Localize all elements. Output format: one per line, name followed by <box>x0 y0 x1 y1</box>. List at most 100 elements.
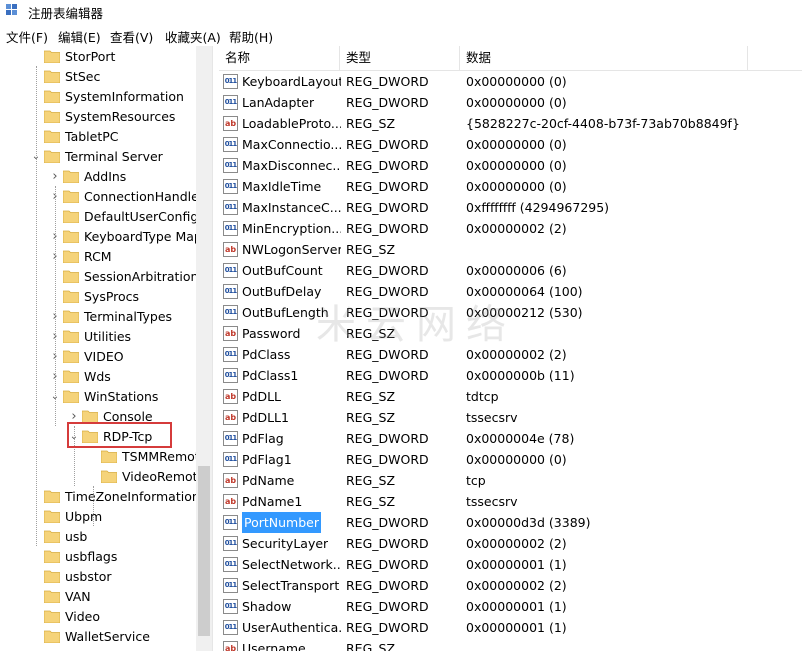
value-row[interactable]: 011 MaxIdleTime REG_DWORD 0x00000000 (0) <box>219 176 802 197</box>
menu-help[interactable]: 帮助(H) <box>229 27 273 46</box>
value-row[interactable]: ab NWLogonServer REG_SZ <box>219 239 802 260</box>
value-row[interactable]: 011 SelectTransport REG_DWORD 0x00000002 (2… <box>219 575 802 596</box>
column-header-name[interactable]: 名称 <box>219 46 340 70</box>
value-data: 0xffffffff (4294967295) <box>466 200 610 215</box>
value-name-cell: ab PdName1 <box>223 491 341 512</box>
values-list[interactable]: 名称 类型 数据 011 KeyboardLayout REG_DWORD 0x000… <box>219 46 802 651</box>
tree-scroll-thumb[interactable] <box>198 466 210 636</box>
value-type: REG_DWORD <box>346 263 429 278</box>
value-type: REG_DWORD <box>346 200 429 215</box>
tree-item[interactable]: VideoRemoti <box>87 466 201 486</box>
tree-item[interactable]: TimeZoneInformation <box>30 486 200 506</box>
tree-item[interactable]: ⌄ Terminal Server <box>30 146 163 166</box>
folder-icon <box>44 130 60 143</box>
folder-icon <box>44 50 60 63</box>
menu-favorites[interactable]: 收藏夹(A) <box>165 27 221 46</box>
tree-item[interactable]: › RCM <box>49 246 112 266</box>
value-row[interactable]: 011 UserAuthentica... REG_DWORD 0x00000001 … <box>219 617 802 638</box>
tree-item[interactable]: WalletService <box>30 626 150 646</box>
tree-item-label: AddIns <box>84 168 127 184</box>
value-name: PdDLL1 <box>242 410 289 425</box>
value-row[interactable]: 011 LanAdapter REG_DWORD 0x00000000 (0) <box>219 92 802 113</box>
tree-item[interactable]: SessionArbitrationH <box>49 266 208 286</box>
value-name-cell: 011 MaxConnectio... <box>223 134 341 155</box>
reg-dword-icon: 011 <box>223 431 238 446</box>
folder-icon <box>63 230 79 243</box>
folder-icon <box>63 350 79 363</box>
value-name-cell: 011 PdClass1 <box>223 365 341 386</box>
value-name-cell: 011 PdFlag1 <box>223 449 341 470</box>
reg-dword-icon: 011 <box>223 74 238 89</box>
value-row[interactable]: 011 Shadow REG_DWORD 0x00000001 (1) <box>219 596 802 617</box>
value-row[interactable]: 011 PdClass1 REG_DWORD 0x0000000b (11) <box>219 365 802 386</box>
tree-item-label: Video <box>65 608 101 624</box>
tree-item[interactable]: › KeyboardType Map <box>49 226 201 246</box>
tree-item[interactable]: Ubpm <box>30 506 102 526</box>
value-name: PdFlag1 <box>242 452 292 467</box>
value-row[interactable]: ab PdName REG_SZ tcp <box>219 470 802 491</box>
tree-item[interactable]: TabletPC <box>30 126 119 146</box>
tree-item[interactable]: › TerminalTypes <box>49 306 172 326</box>
tree-item[interactable]: usbflags <box>30 546 117 566</box>
tree-item[interactable]: StSec <box>30 66 100 86</box>
value-data: 0x00000001 (1) <box>466 599 567 614</box>
tree-item[interactable]: › Wds <box>49 366 110 386</box>
value-row[interactable]: ab PdName1 REG_SZ tssecsrv <box>219 491 802 512</box>
value-row[interactable]: ab PdDLL1 REG_SZ tssecsrv <box>219 407 802 428</box>
value-row[interactable]: 011 OutBufCount REG_DWORD 0x00000006 (6) <box>219 260 802 281</box>
value-type: REG_DWORD <box>346 557 429 572</box>
menu-file[interactable]: 文件(F) <box>6 27 48 46</box>
value-type: REG_DWORD <box>346 536 429 551</box>
tree-item[interactable]: Video <box>30 606 100 626</box>
value-row[interactable]: 011 MaxInstanceC... REG_DWORD 0xffffffff (4… <box>219 197 802 218</box>
tree-item[interactable]: usbstor <box>30 566 112 586</box>
tree-item[interactable]: SystemInformation <box>30 86 184 106</box>
tree-item-label: TerminalTypes <box>84 308 173 324</box>
value-data: 0x0000004e (78) <box>466 431 575 446</box>
value-name: MaxIdleTime <box>242 179 322 194</box>
value-row[interactable]: ab LoadableProto... REG_SZ {5828227c-20cf-4… <box>219 113 802 134</box>
tree-item[interactable]: › ConnectionHandler <box>49 186 204 206</box>
value-name-cell: 011 MaxInstanceC... <box>223 197 341 218</box>
value-row[interactable]: 011 MaxDisconnec... REG_DWORD 0x00000000 (0… <box>219 155 802 176</box>
tree-item[interactable]: ⌄ WinStations <box>49 386 159 406</box>
tree-item[interactable]: › AddIns <box>49 166 126 186</box>
tree-item[interactable]: › VIDEO <box>49 346 123 366</box>
folder-icon <box>44 70 60 83</box>
registry-tree[interactable]: StorPort StSec SystemInformation SystemReso… <box>0 46 212 651</box>
tree-item[interactable]: StorPort <box>30 46 115 66</box>
reg-dword-icon: 011 <box>223 368 238 383</box>
tree-item[interactable]: usb <box>30 526 87 546</box>
column-header-data[interactable]: 数据 <box>460 46 748 70</box>
tree-item[interactable]: › Utilities <box>49 326 131 346</box>
menu-view[interactable]: 查看(V) <box>110 27 153 46</box>
folder-icon <box>63 210 79 223</box>
value-name: LoadableProto... <box>242 116 341 131</box>
tree-vertical-scrollbar[interactable] <box>196 46 212 651</box>
folder-icon <box>44 510 60 523</box>
menu-edit[interactable]: 编辑(E) <box>58 27 101 46</box>
value-row[interactable]: 011 PdFlag1 REG_DWORD 0x00000000 (0) <box>219 449 802 470</box>
expand-chevron-icon[interactable]: › <box>49 166 61 186</box>
tree-item[interactable]: DefaultUserConfigu <box>49 206 206 226</box>
value-row[interactable]: ab PdDLL REG_SZ tdtcp <box>219 386 802 407</box>
tree-item-label: RCM <box>84 248 112 264</box>
value-row[interactable]: 011 MaxConnectio... REG_DWORD 0x00000000 (0… <box>219 134 802 155</box>
value-row[interactable]: 011 SecurityLayer REG_DWORD 0x00000002 (2) <box>219 533 802 554</box>
value-data <box>466 638 796 651</box>
value-data: tcp <box>466 473 486 488</box>
value-row[interactable]: 011 MinEncryption... REG_DWORD 0x00000002 (… <box>219 218 802 239</box>
value-row[interactable]: 011 SelectNetwork... REG_DWORD 0x00000001 (… <box>219 554 802 575</box>
column-header-type[interactable]: 类型 <box>340 46 460 70</box>
value-data: {5828227c-20cf-4408-b73f-73ab70b8849f} <box>466 116 740 131</box>
tree-item[interactable]: TSMMRemot <box>87 446 200 466</box>
tree-item[interactable]: SystemResources <box>30 106 175 126</box>
value-row[interactable]: 011 PdFlag REG_DWORD 0x0000004e (78) <box>219 428 802 449</box>
reg-sz-icon: ab <box>223 410 238 425</box>
value-row[interactable]: 011 KeyboardLayout REG_DWORD 0x00000000 (0) <box>219 71 802 92</box>
tree-item[interactable]: VAN <box>30 586 91 606</box>
value-name-cell: ab LoadableProto... <box>223 113 341 134</box>
tree-item[interactable]: SysProcs <box>49 286 139 306</box>
value-row[interactable]: 011 PortNumber REG_DWORD 0x00000d3d (3389) <box>219 512 802 533</box>
value-row[interactable]: ab Username REG_SZ <box>219 638 802 651</box>
